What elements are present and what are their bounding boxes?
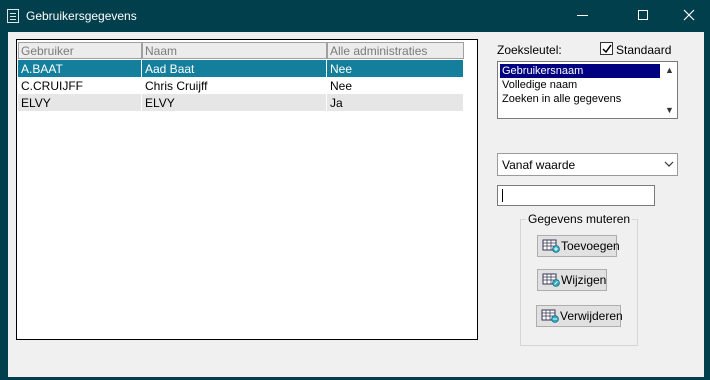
mutate-group-label: Gegevens muteren — [526, 212, 633, 226]
listbox-option[interactable]: Gebruikersnaam — [500, 64, 660, 78]
search-key-label: Zoeksleutel: — [497, 43, 562, 57]
search-key-listbox[interactable]: Gebruikersnaam Volledige naam Zoeken in … — [497, 61, 678, 119]
add-record-icon — [542, 239, 560, 253]
search-input[interactable] — [497, 185, 655, 206]
column-header-gebruiker[interactable]: Gebruiker — [18, 42, 142, 59]
add-button-label: Toevoegen — [561, 239, 620, 253]
cell-alle-administraties: Nee — [327, 77, 464, 94]
scroll-up-icon[interactable]: ▲ — [663, 64, 676, 77]
edit-record-icon — [542, 273, 560, 287]
close-icon — [683, 9, 695, 21]
standard-checkbox[interactable] — [600, 42, 613, 55]
dialog-body: Gebruiker Naam Alle administraties A.BAA… — [8, 32, 704, 377]
cell-alle-administraties: Nee — [327, 60, 464, 77]
cell-gebruiker: ELVY — [18, 94, 142, 111]
close-button[interactable] — [666, 0, 710, 32]
delete-button-label: Verwijderen — [560, 309, 623, 323]
table-row[interactable]: A.BAAT Aad Baat Nee — [18, 60, 464, 77]
column-header-naam[interactable]: Naam — [142, 42, 327, 59]
app-window: Gebruikersgegevens Gebruiker Naam Alle a… — [0, 0, 710, 380]
standard-label[interactable]: Standaard — [616, 43, 671, 57]
document-icon — [7, 9, 19, 23]
add-button[interactable]: Toevoegen — [537, 235, 620, 257]
scroll-down-icon[interactable]: ▼ — [663, 104, 676, 117]
text-caret — [502, 189, 503, 202]
search-mode-dropdown[interactable]: Vanaf waarde — [497, 153, 678, 176]
cell-naam: Aad Baat — [142, 60, 327, 77]
title-bar[interactable]: Gebruikersgegevens — [0, 0, 710, 32]
cell-alle-administraties: Ja — [327, 94, 464, 111]
users-table[interactable]: Gebruiker Naam Alle administraties A.BAA… — [16, 39, 478, 340]
cell-gebruiker: A.BAAT — [18, 60, 142, 77]
cell-naam: ELVY — [142, 94, 327, 111]
table-row[interactable]: ELVY ELVY Ja — [18, 94, 464, 111]
maximize-icon — [638, 10, 648, 20]
search-mode-value: Vanaf waarde — [502, 158, 576, 172]
table-row[interactable]: C.CRUIJFF Chris Cruijff Nee — [18, 77, 464, 94]
listbox-option[interactable]: Volledige naam — [500, 78, 660, 92]
window-title: Gebruikersgegevens — [26, 9, 137, 23]
checkmark-icon — [602, 44, 612, 54]
minimize-button[interactable] — [565, 0, 611, 32]
minimize-icon — [577, 15, 588, 16]
cell-naam: Chris Cruijff — [142, 77, 327, 94]
delete-button[interactable]: Verwijderen — [536, 305, 623, 327]
delete-record-icon — [541, 309, 559, 323]
maximize-button[interactable] — [620, 0, 666, 32]
edit-button[interactable]: Wijzigen — [537, 269, 607, 291]
table-header: Gebruiker Naam Alle administraties — [18, 42, 464, 59]
cell-gebruiker: C.CRUIJFF — [18, 77, 142, 94]
column-header-alle-administraties[interactable]: Alle administraties — [327, 42, 464, 59]
chevron-down-icon — [664, 161, 674, 167]
listbox-option[interactable]: Zoeken in alle gegevens — [500, 92, 660, 106]
edit-button-label: Wijzigen — [561, 273, 607, 287]
